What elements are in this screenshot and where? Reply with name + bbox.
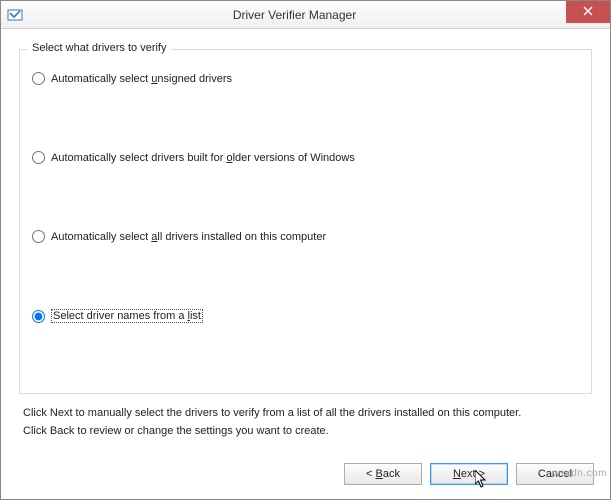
radio-older-windows[interactable]: Automatically select drivers built for o… <box>32 151 579 164</box>
close-icon <box>583 5 593 18</box>
back-button[interactable]: < Back <box>344 463 422 485</box>
radio-from-list[interactable]: Select driver names from a list <box>32 309 579 323</box>
close-button[interactable] <box>566 1 610 23</box>
radio-all-drivers-input[interactable] <box>32 230 45 243</box>
driver-select-group: Select what drivers to verify Automatica… <box>19 49 592 394</box>
group-legend: Select what drivers to verify <box>28 42 171 54</box>
back-button-label: < Back <box>366 468 400 480</box>
window-title: Driver Verifier Manager <box>23 8 566 22</box>
button-row: < Back Next > Cancel <box>1 453 610 499</box>
next-button[interactable]: Next > <box>430 463 508 485</box>
content-area: Select what drivers to verify Automatica… <box>1 29 610 453</box>
radio-older-windows-input[interactable] <box>32 151 45 164</box>
next-button-label: Next > <box>453 468 485 480</box>
app-icon <box>7 7 23 23</box>
titlebar: Driver Verifier Manager <box>1 1 610 29</box>
help-line-2: Click Back to review or change the setti… <box>23 422 588 441</box>
radio-unsigned-drivers-label: Automatically select unsigned drivers <box>51 73 232 85</box>
radio-older-windows-label: Automatically select drivers built for o… <box>51 152 355 164</box>
help-text: Click Next to manually select the driver… <box>23 404 588 441</box>
watermark: wsxdn.com <box>552 468 607 479</box>
radio-from-list-input[interactable] <box>32 310 45 323</box>
help-line-1: Click Next to manually select the driver… <box>23 404 588 423</box>
window: Driver Verifier Manager Select what driv… <box>0 0 611 500</box>
radio-all-drivers[interactable]: Automatically select all drivers install… <box>32 230 579 243</box>
radio-unsigned-drivers[interactable]: Automatically select unsigned drivers <box>32 72 579 85</box>
radio-from-list-label: Select driver names from a list <box>51 309 203 323</box>
radio-all-drivers-label: Automatically select all drivers install… <box>51 231 326 243</box>
radio-unsigned-drivers-input[interactable] <box>32 72 45 85</box>
